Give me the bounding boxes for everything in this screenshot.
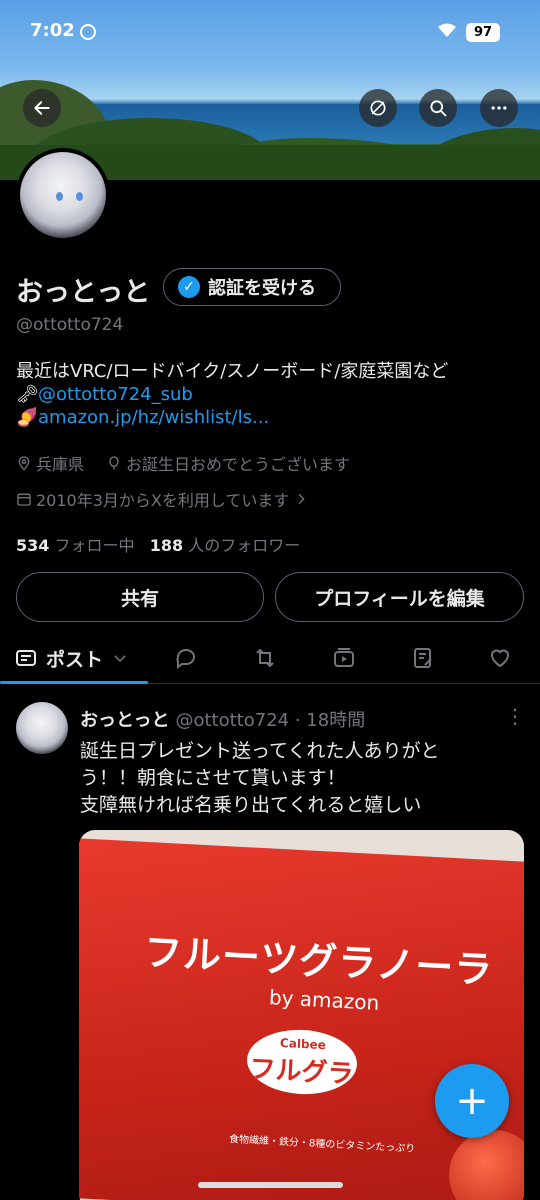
- following-link[interactable]: 534 フォロー中: [16, 536, 135, 555]
- tab-likes[interactable]: [476, 632, 524, 684]
- avatar-eye: [76, 192, 83, 201]
- post-more-icon[interactable]: ⋮: [505, 704, 525, 728]
- followers-count: 188: [149, 536, 184, 555]
- more-icon: [491, 106, 507, 110]
- repost-icon: [256, 648, 274, 668]
- followers-link[interactable]: 188 人のフォロワー: [150, 536, 301, 555]
- profile-handle: @ottotto724: [16, 315, 124, 335]
- follow-stats: 534 フォロー中 188 人のフォロワー: [16, 532, 300, 556]
- tab-reposts[interactable]: [241, 632, 289, 684]
- plus-icon: +: [455, 1078, 489, 1124]
- get-verified-button[interactable]: ✓ 認証を受ける: [163, 268, 341, 306]
- bio-link-sub[interactable]: @ottotto724_sub: [38, 384, 193, 405]
- avatar-image: [20, 152, 106, 238]
- profile-joined-row[interactable]: 2010年3月からXを利用しています: [16, 487, 309, 511]
- post-text: 誕生日プレゼント送ってくれた人ありがと う！！朝食にさせて貰います！ 支障無けれ…: [80, 740, 440, 816]
- tab-media[interactable]: [320, 632, 368, 684]
- chevron-down-icon: [114, 655, 126, 663]
- profile-meta-row: 兵庫県 お誕生日おめでとうございます: [16, 451, 350, 475]
- back-button[interactable]: [23, 89, 61, 127]
- bio-link-wishlist[interactable]: amazon.jp/hz/wishlist/ls...: [38, 407, 269, 428]
- balloon-icon: [109, 456, 119, 470]
- like-icon: [490, 649, 510, 668]
- followers-label: 人のフォロワー: [188, 536, 301, 555]
- tab-posts[interactable]: ポスト: [14, 632, 129, 684]
- bio-text: 最近はVRC/ロードバイク/スノーボード/家庭菜園など: [16, 361, 449, 382]
- media-icon: [334, 648, 354, 667]
- calendar-icon: [17, 493, 31, 506]
- tab-articles[interactable]: [399, 632, 447, 684]
- post-separator: ·: [294, 710, 301, 731]
- post-author[interactable]: おっとっと: [80, 710, 169, 731]
- translate-icon: [370, 100, 386, 116]
- edit-profile-button[interactable]: プロフィールを編集: [275, 572, 524, 622]
- status-bar: 7:02 97: [0, 0, 540, 64]
- get-verified-label: 認証を受ける: [208, 278, 316, 299]
- reply-icon: [176, 649, 195, 669]
- share-button[interactable]: 共有: [16, 572, 264, 622]
- battery-indicator: 97: [466, 23, 500, 42]
- profile-location: 兵庫県: [36, 455, 85, 474]
- post-handle[interactable]: @ottotto724: [175, 710, 289, 731]
- search-button[interactable]: [419, 89, 457, 127]
- tab-posts-label: ポスト: [46, 648, 104, 671]
- product-name: フルグラ: [248, 1053, 355, 1090]
- location-icon: [18, 456, 30, 471]
- following-label: フォロー中: [54, 536, 135, 555]
- article-icon: [414, 648, 432, 668]
- post-header: おっとっと @ottotto724 · 18時間: [80, 706, 365, 732]
- post-time[interactable]: 18時間: [306, 710, 365, 731]
- home-indicator: [198, 1182, 343, 1188]
- sweet-potato-icon: 🍠: [16, 407, 39, 428]
- post-avatar[interactable]: [16, 702, 68, 754]
- profile-joined: 2010年3月からXを利用しています: [36, 491, 290, 510]
- wifi-icon: [437, 22, 457, 43]
- more-button[interactable]: [480, 89, 518, 127]
- profile-birthday: お誕生日おめでとうございます: [126, 455, 351, 474]
- posts-icon: [16, 650, 36, 666]
- translate-button[interactable]: [359, 89, 397, 127]
- key-icon: 🗝: [16, 384, 39, 405]
- search-icon: [430, 100, 447, 117]
- profile-avatar[interactable]: [16, 148, 110, 242]
- profile-tabs: ポスト: [0, 632, 540, 684]
- status-time: 7:02: [30, 20, 75, 41]
- post-image[interactable]: フルーツグラノーラ by amazon Calbee フルグラ 食物繊維・鉄分・…: [79, 830, 524, 1200]
- back-arrow-icon: [34, 101, 50, 115]
- tab-replies[interactable]: [162, 632, 210, 684]
- avatar-eye: [56, 192, 63, 201]
- chevron-right-icon: [298, 493, 306, 505]
- compose-post-button[interactable]: +: [435, 1064, 509, 1138]
- profile-name: おっとっと: [16, 277, 151, 308]
- verified-badge-icon: ✓: [178, 276, 200, 298]
- following-count: 534: [16, 536, 50, 555]
- profile-bio: 最近はVRC/ロードバイク/スノーボード/家庭菜園など 🗝@ottotto724…: [16, 360, 448, 429]
- alarm-icon: [80, 24, 96, 40]
- active-tab-indicator: [0, 681, 148, 684]
